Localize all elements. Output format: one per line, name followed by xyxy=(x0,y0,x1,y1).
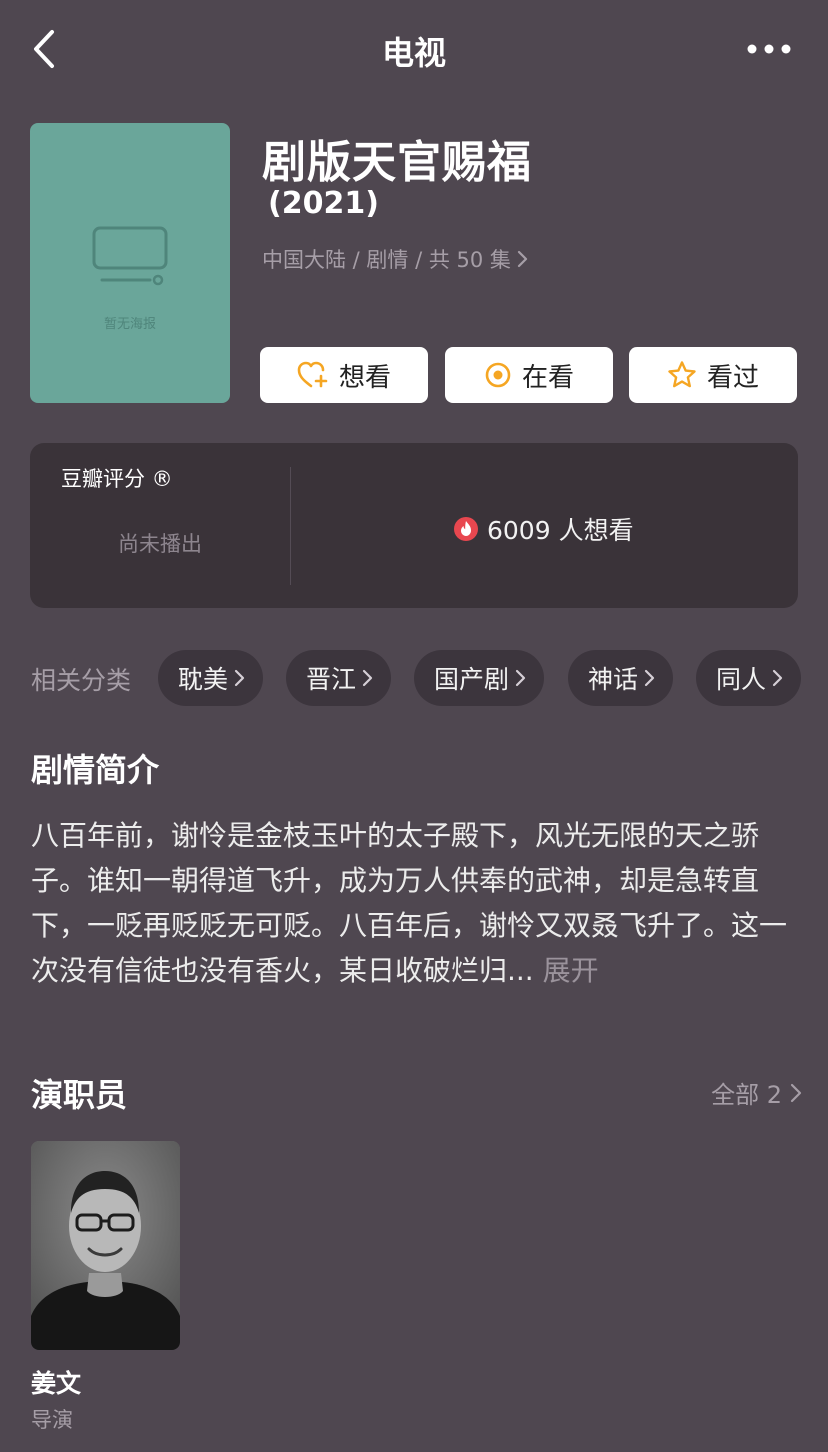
page-title: 电视 xyxy=(381,34,446,72)
chevron-right-icon xyxy=(517,250,528,268)
show-title: 剧版天官赐福 xyxy=(262,137,532,188)
heart-plus-icon xyxy=(297,361,328,388)
cast-member-role: 导演 xyxy=(31,1408,73,1432)
nav-bar: 电视 xyxy=(0,0,828,100)
category-tag[interactable]: 晋江 xyxy=(286,650,392,706)
want-count-text: 6009 人想看 xyxy=(487,516,634,545)
show-meta-text: 中国大陆 / 剧情 / 共 50 集 xyxy=(262,248,511,272)
watched-label: 看过 xyxy=(706,362,759,393)
category-tag-label: 耽美 xyxy=(178,665,229,694)
star-icon xyxy=(668,361,696,388)
flame-icon xyxy=(454,517,478,541)
related-categories-label: 相关分类 xyxy=(31,666,132,695)
poster-placeholder[interactable]: 暂无海报 xyxy=(30,123,230,403)
person-portrait xyxy=(31,1141,180,1350)
category-tag[interactable]: 国产剧 xyxy=(414,650,545,706)
chevron-right-icon xyxy=(790,1083,802,1102)
show-meta[interactable]: 中国大陆 / 剧情 / 共 50 集 xyxy=(262,244,529,274)
watched-button[interactable]: 看过 xyxy=(629,347,797,403)
category-tag[interactable]: 神话 xyxy=(568,650,674,706)
watching-label: 在看 xyxy=(521,362,574,393)
category-tag-label: 同人 xyxy=(716,665,767,694)
category-tag-label: 晋江 xyxy=(306,665,357,694)
rating-status: 尚未播出 xyxy=(118,532,202,556)
category-tag[interactable]: 同人 xyxy=(696,650,802,706)
show-year: (2021) xyxy=(268,186,379,221)
chevron-right-icon xyxy=(644,669,655,687)
chevron-right-icon xyxy=(362,669,373,687)
cast-all-label: 全部 2 xyxy=(711,1081,782,1109)
expand-link[interactable]: 展开 xyxy=(543,954,599,987)
watching-button[interactable]: 在看 xyxy=(445,347,613,403)
cast-all-link[interactable]: 全部 2 xyxy=(711,1075,802,1110)
more-dots-icon xyxy=(747,44,791,54)
tv-icon xyxy=(92,226,168,286)
related-categories: 相关分类 耽美 晋江 国产剧 神话 同人 xyxy=(0,648,828,706)
chevron-right-icon xyxy=(515,669,526,687)
category-tag[interactable]: 耽美 xyxy=(158,650,264,706)
category-tag-label: 国产剧 xyxy=(434,665,510,694)
cast-member-name[interactable]: 姜文 xyxy=(31,1364,81,1400)
want-count: 6009 人想看 xyxy=(453,511,634,547)
target-circle-icon xyxy=(485,362,511,388)
chevron-right-icon xyxy=(234,669,245,687)
synopsis-text: 八百年前，谢怜是金枝玉叶的太子殿下，风光无限的天之骄子。谁知一朝得道飞升，成为万… xyxy=(31,819,788,987)
chevron-right-icon xyxy=(772,669,783,687)
douban-rating-label: 豆瓣评分 ® xyxy=(61,467,173,491)
more-button[interactable] xyxy=(746,34,792,64)
want-to-watch-label: 想看 xyxy=(338,362,391,393)
divider xyxy=(290,467,291,585)
want-to-watch-button[interactable]: 想看 xyxy=(260,347,428,403)
category-tag-label: 神话 xyxy=(588,665,639,694)
cast-photo[interactable] xyxy=(31,1141,180,1350)
synopsis-text-block: 八百年前，谢怜是金枝玉叶的太子殿下，风光无限的天之骄子。谁知一朝得道飞升，成为万… xyxy=(31,813,801,993)
rating-card: 豆瓣评分 ® 尚未播出 6009 人想看 xyxy=(30,443,798,608)
poster-placeholder-text: 暂无海报 xyxy=(103,317,156,332)
cast-title: 演职员 xyxy=(31,1076,128,1114)
synopsis-title: 剧情简介 xyxy=(31,751,160,789)
